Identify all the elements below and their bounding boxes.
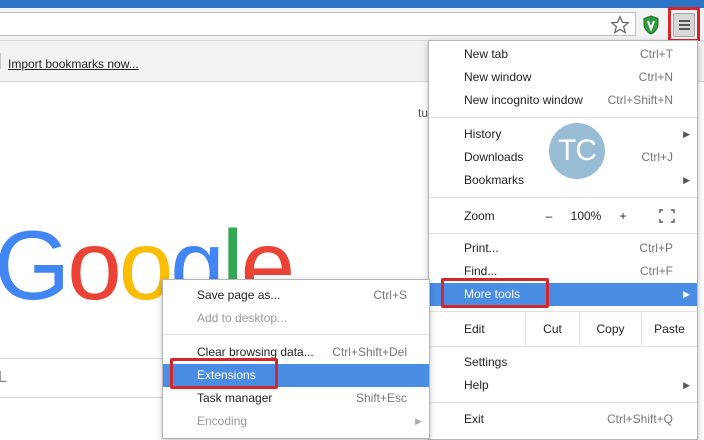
zoom-level: 100% (570, 209, 602, 223)
zoom-out-button[interactable]: – (537, 199, 561, 233)
menu-separator (429, 402, 697, 403)
menu-item-settings[interactable]: Settings (429, 351, 697, 374)
import-bookmarks-link[interactable]: Import bookmarks now... (8, 57, 139, 71)
menu-edit-row: Edit Cut Copy Paste (429, 312, 697, 346)
zoom-in-button[interactable]: + (611, 199, 635, 233)
chevron-right-icon: ▶ (683, 289, 690, 299)
chevron-right-icon: ▶ (683, 129, 690, 139)
chrome-main-menu: New tab Ctrl+T New window Ctrl+N New incog… (428, 40, 698, 440)
bookmarks-divider (0, 53, 1, 69)
search-partial-text: L (0, 369, 7, 386)
address-bar[interactable] (0, 12, 636, 36)
submenu-item-encoding: Encoding ▶ (163, 410, 429, 433)
menu-zoom-row: Zoom – 100% + (429, 199, 697, 233)
menu-item-new-incognito-window[interactable]: New incognito window Ctrl+Shift+N (429, 89, 697, 112)
menu-separator (429, 346, 697, 347)
menu-item-exit[interactable]: Exit Ctrl+Shift+Q (429, 408, 697, 431)
fullscreen-icon[interactable] (659, 209, 675, 223)
shield-icon[interactable] (642, 15, 660, 35)
menu-separator (163, 334, 429, 335)
chevron-right-icon: ▶ (683, 175, 690, 185)
google-search-input[interactable]: L (0, 358, 166, 398)
submenu-item-add-to-desktop: Add to desktop... (197, 311, 288, 325)
menu-item-help[interactable]: Help ▶ (429, 374, 697, 397)
submenu-item-task-manager[interactable]: Task manager Shift+Esc (163, 387, 429, 410)
menu-button-highlight (668, 7, 700, 42)
menu-separator (429, 197, 697, 198)
tc-watermark: TC (549, 123, 605, 179)
partial-page-text: tu (418, 106, 429, 120)
browser-toolbar (0, 8, 704, 41)
menu-item-new-tab[interactable]: New tab Ctrl+T (429, 43, 697, 66)
paste-button[interactable]: Paste (641, 312, 697, 346)
menu-item-print[interactable]: Print... Ctrl+P (429, 237, 697, 260)
copy-button[interactable]: Copy (579, 312, 641, 346)
chevron-right-icon: ▶ (415, 416, 422, 426)
window-title-bar (0, 0, 704, 8)
star-icon[interactable] (609, 14, 631, 36)
more-tools-highlight (441, 278, 549, 308)
extensions-highlight (170, 358, 278, 389)
menu-separator (429, 117, 697, 118)
menu-separator (429, 233, 697, 234)
cut-button[interactable]: Cut (525, 312, 579, 346)
chevron-right-icon: ▶ (683, 380, 690, 390)
edit-label: Edit (464, 322, 485, 336)
zoom-label: Zoom (464, 209, 495, 223)
submenu-item-save-page[interactable]: Save page as... Ctrl+S (163, 284, 429, 307)
menu-item-new-window[interactable]: New window Ctrl+N (429, 66, 697, 89)
